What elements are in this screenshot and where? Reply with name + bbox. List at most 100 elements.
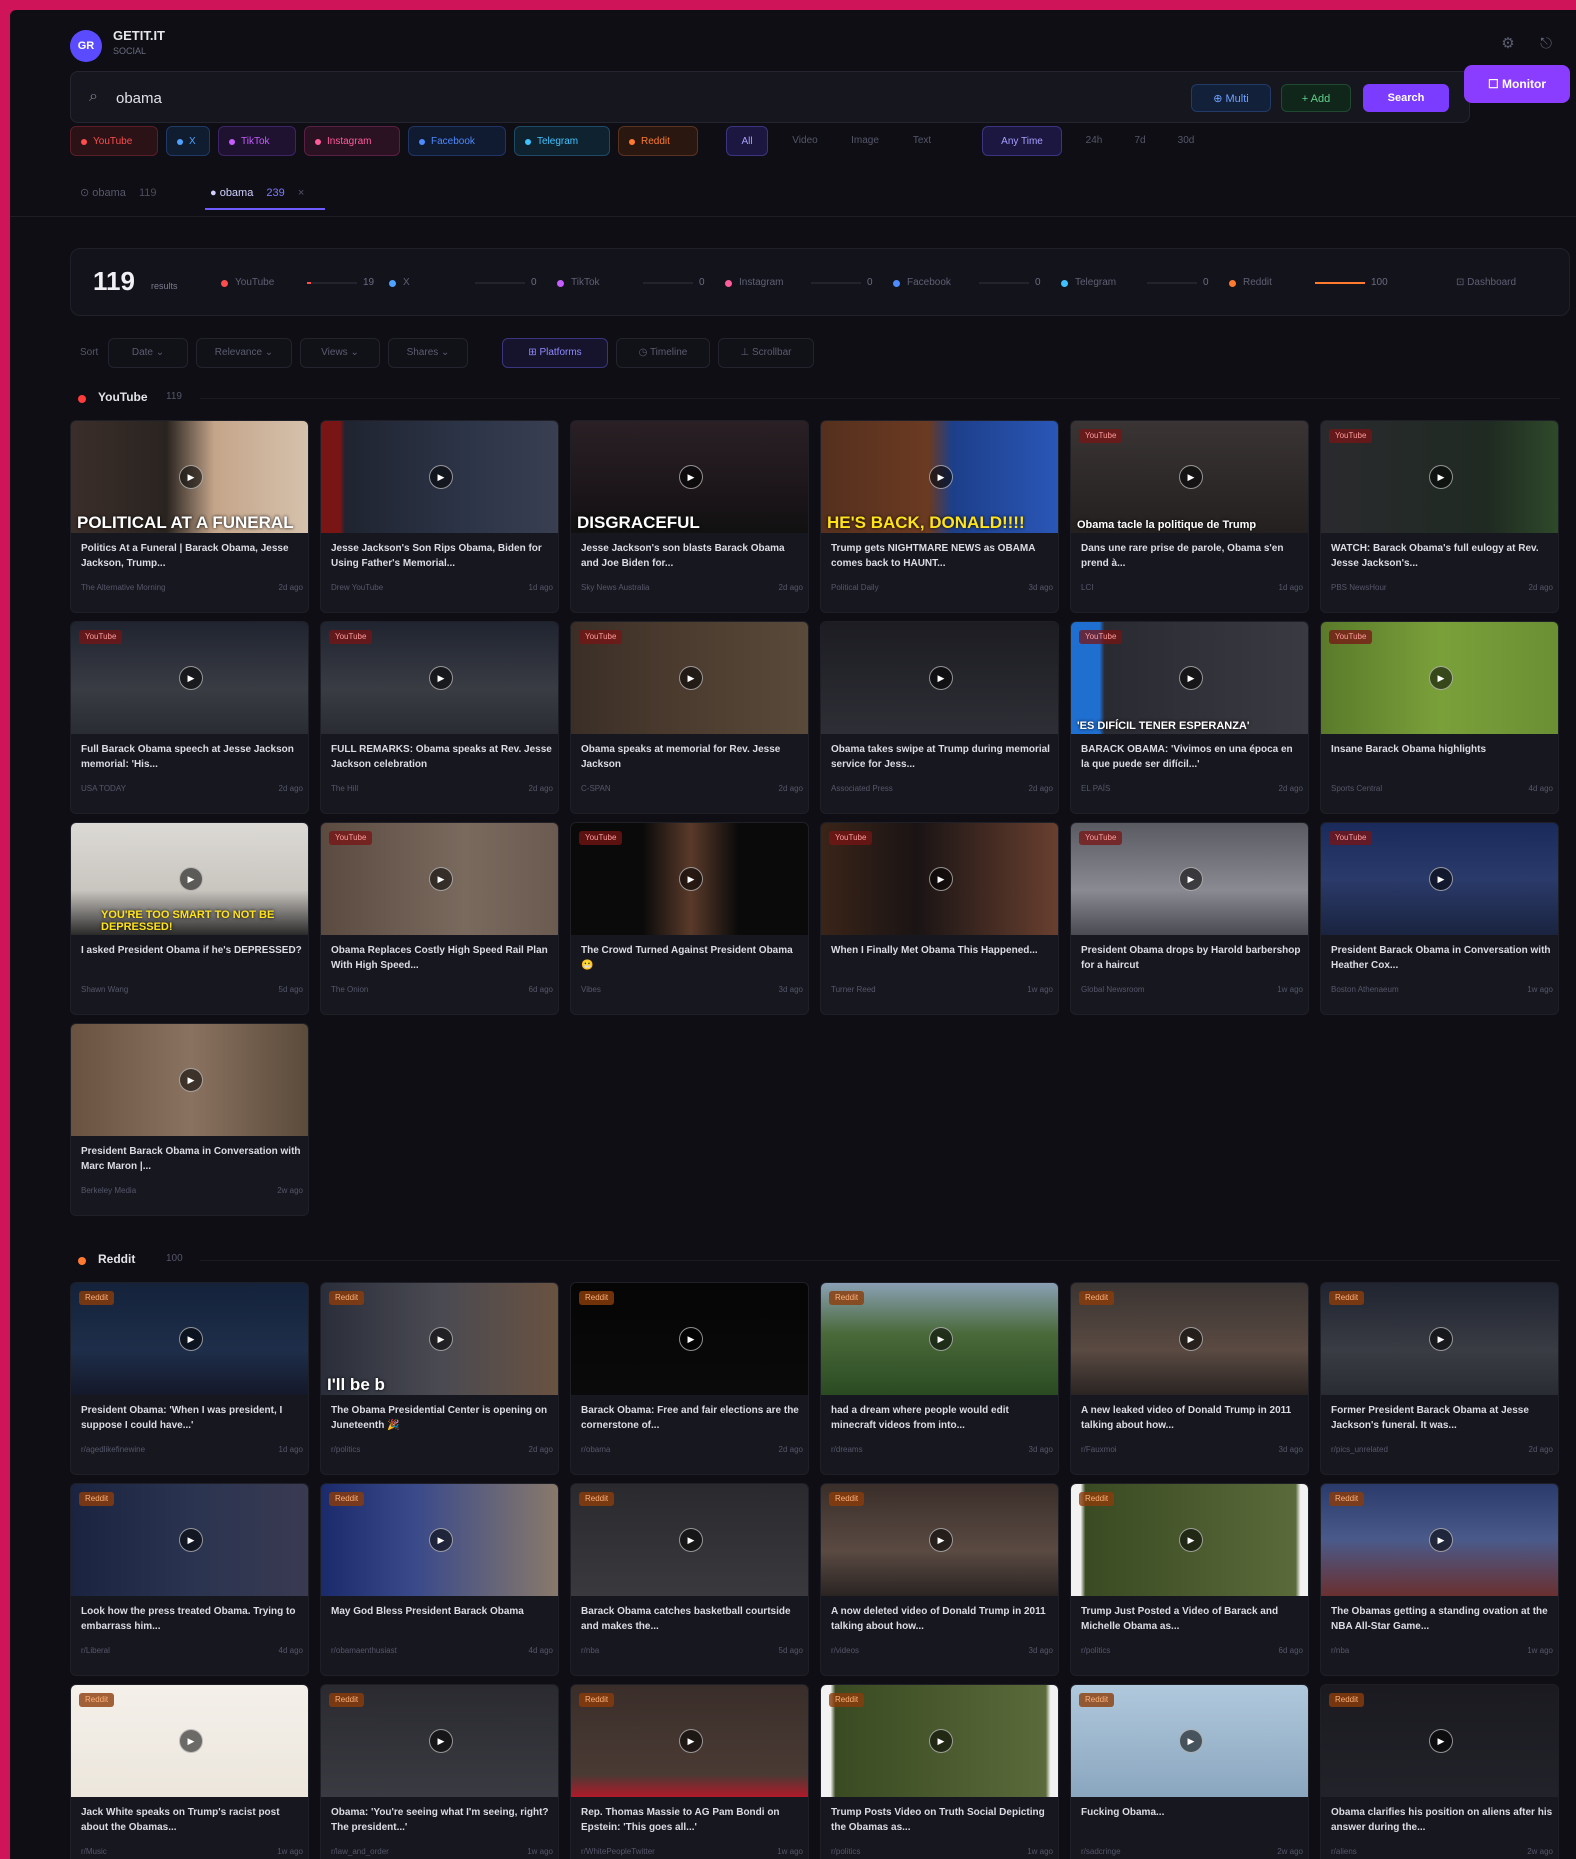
card-title[interactable]: FULL REMARKS: Obama speaks at Rev. Jesse…	[331, 742, 553, 774]
result-card[interactable]: ▶ Jesse Jackson's Son Rips Obama, Biden f…	[320, 420, 559, 613]
result-card[interactable]: ▶ President Barack Obama in Conversation …	[70, 1023, 309, 1216]
thumbnail[interactable]: POLITICAL AT A FUNERAL ▶	[71, 421, 308, 533]
card-channel[interactable]: PBS NewsHour	[1331, 583, 1387, 592]
card-channel[interactable]: Shawn Wang	[81, 985, 128, 994]
play-icon[interactable]: ▶	[679, 465, 703, 489]
card-channel[interactable]: r/law_and_order	[331, 1847, 389, 1856]
query-tab-active[interactable]: ● obama 239 ×	[210, 178, 304, 208]
thumbnail[interactable]: ▶	[821, 622, 1058, 734]
card-title[interactable]: The Obamas getting a standing ovation at…	[1331, 1604, 1553, 1636]
result-card[interactable]: YouTube ▶ FULL REMARKS: Obama speaks at Re…	[320, 621, 559, 814]
card-channel[interactable]: r/nba	[581, 1646, 599, 1655]
play-icon[interactable]: ▶	[1179, 1729, 1203, 1753]
platform-chip-reddit[interactable]: Reddit	[618, 126, 698, 156]
thumbnail[interactable]: DISGRACEFUL ▶	[571, 421, 808, 533]
result-card[interactable]: YouTube ▶ President Obama drops by Harold …	[1070, 822, 1309, 1015]
thumbnail[interactable]: Reddit ▶	[1321, 1685, 1558, 1797]
platform-chip-telegram[interactable]: Telegram	[514, 126, 610, 156]
play-icon[interactable]: ▶	[179, 465, 203, 489]
card-channel[interactable]: Sky News Australia	[581, 583, 649, 592]
card-channel[interactable]: USA TODAY	[81, 784, 126, 793]
play-icon[interactable]: ▶	[679, 867, 703, 891]
result-card[interactable]: YouTube ▶ Obama Replaces Costly High Speed…	[320, 822, 559, 1015]
result-card[interactable]: Reddit ▶ Trump Posts Video on Truth Social…	[820, 1684, 1059, 1859]
card-title[interactable]: BARACK OBAMA: 'Vivimos en una época en l…	[1081, 742, 1303, 774]
card-title[interactable]: Obama clarifies his position on aliens a…	[1331, 1805, 1553, 1837]
card-title[interactable]: had a dream where people would edit mine…	[831, 1403, 1053, 1435]
thumbnail[interactable]: YouTube ▶	[821, 823, 1058, 935]
platform-chip-x[interactable]: X	[166, 126, 210, 156]
result-card[interactable]: HE'S BACK, DONALD!!!! ▶ Trump gets NIGHTMA…	[820, 420, 1059, 613]
play-icon[interactable]: ▶	[1429, 465, 1453, 489]
thumbnail[interactable]: Reddit ▶	[1321, 1283, 1558, 1395]
card-channel[interactable]: Drew YouTube	[331, 583, 383, 592]
card-title[interactable]: The Crowd Turned Against President Obama…	[581, 943, 803, 975]
play-icon[interactable]: ▶	[929, 867, 953, 891]
play-icon[interactable]: ▶	[1429, 1327, 1453, 1351]
thumbnail[interactable]: Reddit ▶	[71, 1484, 308, 1596]
thumbnail[interactable]: Reddit I'll be b ▶	[321, 1283, 558, 1395]
sort-option[interactable]: Date ⌄	[108, 338, 188, 368]
result-card[interactable]: ▶ Obama takes swipe at Trump during memor…	[820, 621, 1059, 814]
play-icon[interactable]: ▶	[1429, 1729, 1453, 1753]
thumbnail[interactable]: Reddit ▶	[821, 1484, 1058, 1596]
sort-option[interactable]: Shares ⌄	[388, 338, 468, 368]
card-channel[interactable]: r/videos	[831, 1646, 859, 1655]
card-channel[interactable]: The Onion	[331, 985, 368, 994]
type-filter-text[interactable]: Text	[900, 126, 944, 156]
result-card[interactable]: Reddit ▶ Former President Barack Obama at …	[1320, 1282, 1559, 1475]
result-card[interactable]: Reddit ▶ May God Bless President Barack Ob…	[320, 1483, 559, 1676]
thumbnail[interactable]: Reddit ▶	[821, 1283, 1058, 1395]
result-card[interactable]: Reddit ▶ The Obamas getting a standing ova…	[1320, 1483, 1559, 1676]
result-card[interactable]: Reddit ▶ Trump Just Posted a Video of Bara…	[1070, 1483, 1309, 1676]
card-channel[interactable]: Berkeley Media	[81, 1186, 136, 1195]
thumbnail[interactable]: YouTube ▶	[1321, 622, 1558, 734]
card-title[interactable]: Rep. Thomas Massie to AG Pam Bondi on Ep…	[581, 1805, 803, 1837]
thumbnail[interactable]: Reddit ▶	[1071, 1484, 1308, 1596]
platform-chip-tiktok[interactable]: TikTok	[218, 126, 296, 156]
thumbnail[interactable]: YouTube 'ES DIFÍCIL TENER ESPERANZA' ▶	[1071, 622, 1308, 734]
card-title[interactable]: When I Finally Met Obama This Happened..…	[831, 943, 1053, 975]
play-icon[interactable]: ▶	[179, 1729, 203, 1753]
play-icon[interactable]: ▶	[179, 1528, 203, 1552]
search-button[interactable]: Search	[1363, 84, 1449, 112]
sort-option[interactable]: Relevance ⌄	[196, 338, 292, 368]
card-title[interactable]: Look how the press treated Obama. Trying…	[81, 1604, 303, 1636]
result-card[interactable]: YouTube ▶ When I Finally Met Obama This Ha…	[820, 822, 1059, 1015]
result-card[interactable]: Reddit ▶ A new leaked video of Donald Trum…	[1070, 1282, 1309, 1475]
platform-chip-instagram[interactable]: Instagram	[304, 126, 400, 156]
card-channel[interactable]: r/dreams	[831, 1445, 863, 1454]
thumbnail[interactable]: Reddit ▶	[821, 1685, 1058, 1797]
thumbnail[interactable]: Reddit ▶	[1071, 1283, 1308, 1395]
card-channel[interactable]: r/obamaenthusiast	[331, 1646, 397, 1655]
play-icon[interactable]: ▶	[929, 1528, 953, 1552]
view-option[interactable]: ⊥ Scrollbar	[718, 338, 814, 368]
type-filter-video[interactable]: Video	[780, 126, 830, 156]
card-channel[interactable]: r/politics	[831, 1847, 860, 1856]
result-card[interactable]: Reddit ▶ Barack Obama: Free and fair elect…	[570, 1282, 809, 1475]
play-icon[interactable]: ▶	[679, 666, 703, 690]
card-channel[interactable]: The Hill	[331, 784, 358, 793]
view-option[interactable]: ⊞ Platforms	[502, 338, 608, 368]
card-title[interactable]: Obama: 'You're seeing what I'm seeing, r…	[331, 1805, 553, 1837]
card-channel[interactable]: Associated Press	[831, 784, 893, 793]
search-input[interactable]	[116, 85, 816, 111]
thumbnail[interactable]: Reddit ▶	[71, 1283, 308, 1395]
play-icon[interactable]: ▶	[679, 1327, 703, 1351]
thumbnail[interactable]: ▶	[71, 1024, 308, 1136]
settings-icon[interactable]: ⚙	[1498, 34, 1518, 54]
result-card[interactable]: YouTube ▶ President Barack Obama in Conver…	[1320, 822, 1559, 1015]
card-channel[interactable]: r/WhitePeopleTwitter	[581, 1847, 655, 1856]
play-icon[interactable]: ▶	[179, 1327, 203, 1351]
platform-stat[interactable]: Facebook 0	[893, 273, 1053, 293]
card-channel[interactable]: r/Music	[81, 1847, 107, 1856]
time-filter-7d[interactable]: 7d	[1122, 126, 1158, 156]
card-title[interactable]: Former President Barack Obama at Jesse J…	[1331, 1403, 1553, 1435]
result-card[interactable]: Reddit ▶ Rep. Thomas Massie to AG Pam Bond…	[570, 1684, 809, 1859]
card-channel[interactable]: LCI	[1081, 583, 1093, 592]
result-card[interactable]: YouTube Obama tacle la politique de Trump…	[1070, 420, 1309, 613]
result-card[interactable]: YouTube ▶ The Crowd Turned Against Preside…	[570, 822, 809, 1015]
card-channel[interactable]: r/nba	[1331, 1646, 1349, 1655]
card-title[interactable]: Politics At a Funeral | Barack Obama, Je…	[81, 541, 303, 573]
thumbnail[interactable]: YouTube ▶	[1321, 823, 1558, 935]
